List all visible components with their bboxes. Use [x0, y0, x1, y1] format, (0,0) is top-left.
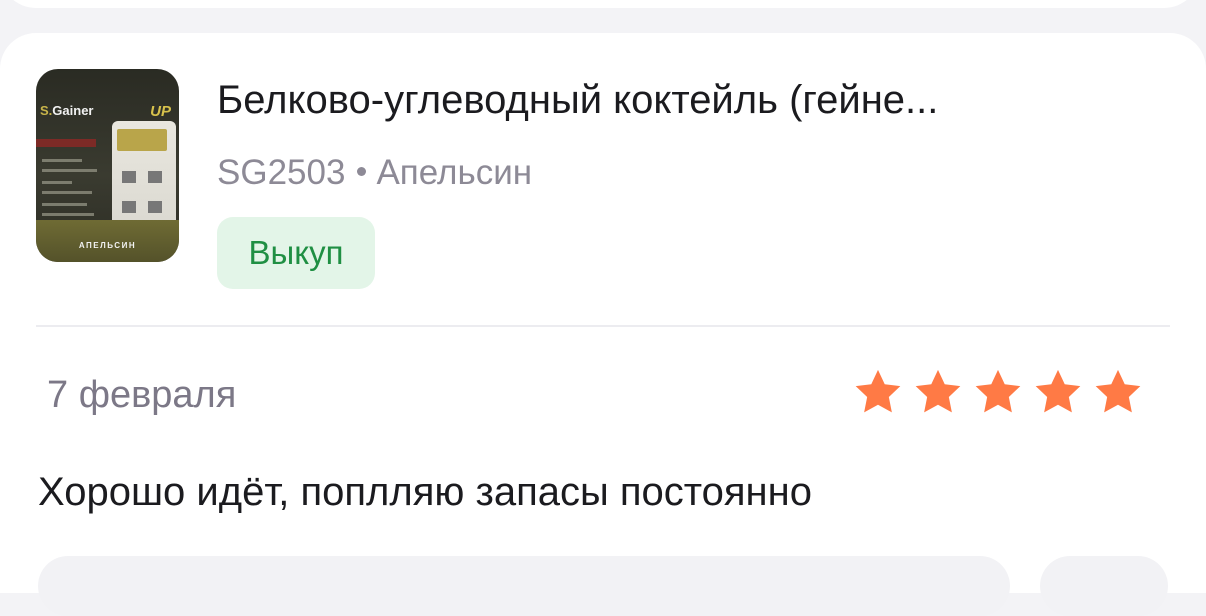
separator-dot: [357, 167, 367, 177]
product-flavor: Апельсин: [376, 153, 533, 192]
star-icon: [1032, 366, 1084, 418]
product-meta: SG2503 Апельсин: [217, 153, 532, 193]
action-button[interactable]: [1040, 556, 1168, 616]
review-date: 7 февраля: [47, 374, 237, 416]
reply-field[interactable]: [38, 556, 1010, 616]
star-icon: [1092, 366, 1144, 418]
status-badge: Выкуп: [217, 217, 375, 289]
image-up-logo: UP: [150, 103, 171, 120]
star-icon: [852, 366, 904, 418]
product-title[interactable]: Белково-углеводный коктейль (гейне...: [217, 78, 1117, 123]
review-card: S.Gainer UP АПЕЛЬСИН Белково-углеводный …: [0, 33, 1206, 616]
review-text: Хорошо идёт, поплляю запасы постоянно: [38, 470, 812, 514]
product-sku: SG2503: [217, 153, 346, 192]
image-brand-text: S.Gainer: [40, 103, 94, 118]
image-flavor-text: АПЕЛЬСИН: [78, 241, 137, 250]
rating-stars: [852, 366, 1144, 418]
divider: [36, 325, 1170, 327]
product-image[interactable]: S.Gainer UP АПЕЛЬСИН: [36, 69, 179, 262]
previous-card: [0, 0, 1200, 8]
star-icon: [972, 366, 1024, 418]
image-red-bar: [36, 139, 96, 147]
star-icon: [912, 366, 964, 418]
